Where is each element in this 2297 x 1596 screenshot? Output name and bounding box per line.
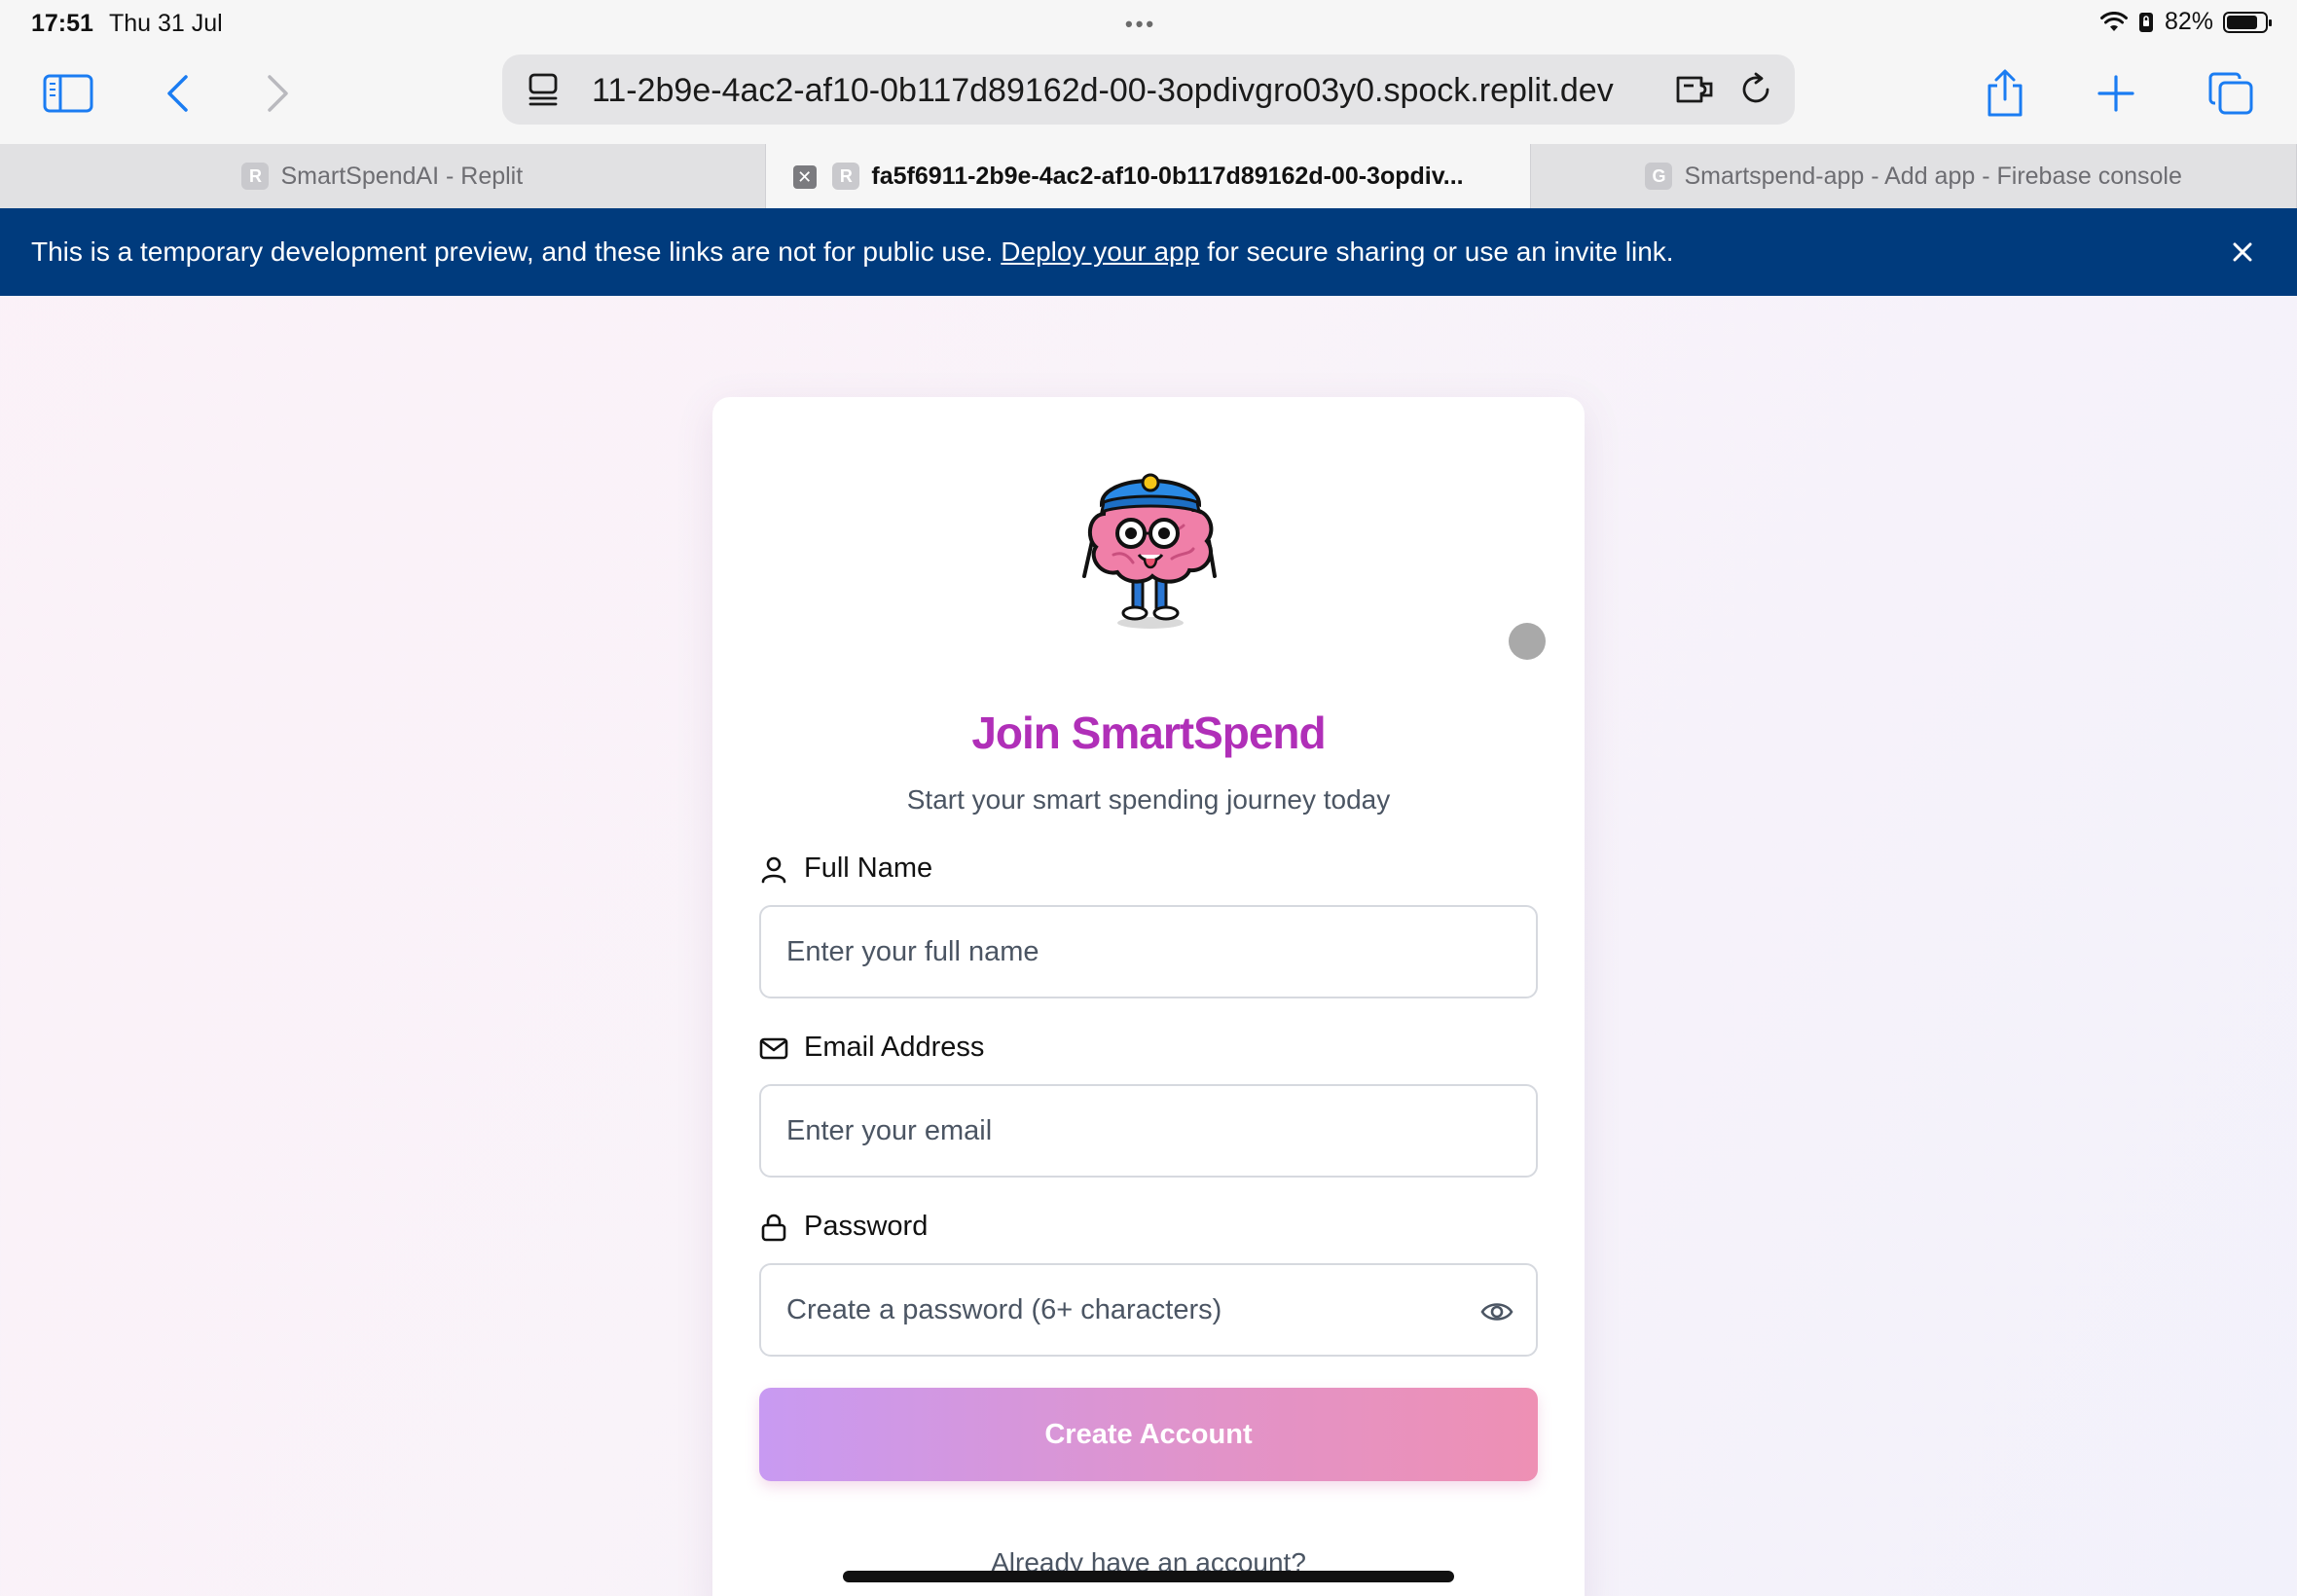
battery-percent: 82% [2164, 8, 2213, 35]
new-tab-button[interactable] [2087, 66, 2145, 121]
extension-icon[interactable] [1674, 72, 1717, 107]
reload-icon[interactable] [1738, 72, 1773, 107]
tab-overview-button[interactable] [2202, 66, 2260, 121]
sidebar-toggle-button[interactable] [39, 66, 97, 121]
status-date: Thu 31 Jul [109, 10, 223, 37]
tab-preview[interactable]: ✕ R fa5f6911-2b9e-4ac2-af10-0b117d89162d… [765, 144, 1532, 208]
user-icon [761, 856, 786, 883]
tab-firebase[interactable]: G Smartspend-app - Add app - Firebase co… [1531, 144, 2297, 208]
mail-icon [759, 1037, 788, 1059]
tabs-icon [2208, 72, 2253, 115]
full-name-placeholder: Enter your full name [786, 935, 1039, 967]
brain-mascot-logo [1082, 473, 1217, 629]
tab-label: SmartSpendAI - Replit [280, 162, 524, 190]
deploy-app-link[interactable]: Deploy your app [1001, 236, 1199, 268]
eye-icon[interactable] [1479, 1294, 1514, 1329]
status-bar: 17:51 Thu 31 Jul ••• 82% [0, 0, 2297, 47]
full-name-label: Full Name [759, 852, 932, 885]
share-button[interactable] [1976, 66, 2034, 121]
replit-favicon-icon: R [832, 163, 860, 190]
email-label-text: Email Address [804, 1032, 985, 1063]
plus-icon [2097, 75, 2134, 112]
home-indicator[interactable] [843, 1571, 1454, 1582]
tab-replit[interactable]: R SmartSpendAI - Replit [0, 144, 766, 208]
status-dot-indicator [1509, 623, 1546, 660]
battery-level [2227, 15, 2258, 29]
email-placeholder: Enter your email [786, 1114, 993, 1146]
password-label-text: Password [804, 1211, 929, 1242]
close-tab-icon[interactable]: ✕ [792, 165, 817, 189]
close-icon[interactable] [2227, 236, 2258, 268]
address-bar[interactable]: 11-2b9e-4ac2-af10-0b117d89162d-00-3opdiv… [502, 54, 1795, 125]
browser-toolbar: 11-2b9e-4ac2-af10-0b117d89162d-00-3opdiv… [0, 47, 2297, 144]
share-icon [1987, 69, 2023, 117]
forward-button[interactable] [249, 66, 308, 121]
password-input[interactable]: Create a password (6+ characters) [759, 1263, 1538, 1357]
orientation-lock-icon [2138, 12, 2153, 32]
page-menu-icon[interactable] [528, 72, 561, 107]
full-name-input[interactable]: Enter your full name [759, 905, 1538, 998]
tab-label: fa5f6911-2b9e-4ac2-af10-0b117d89162d-00-… [871, 162, 1464, 190]
status-indicators: 82% [2099, 8, 2272, 36]
page-subtitle: Start your smart spending journey today [906, 784, 1391, 815]
sidebar-icon [43, 74, 93, 113]
password-placeholder: Create a password (6+ characters) [786, 1293, 1222, 1325]
google-favicon-icon: G [1645, 163, 1673, 190]
email-label: Email Address [759, 1032, 984, 1064]
email-input[interactable]: Enter your email [759, 1084, 1538, 1178]
url-text: 11-2b9e-4ac2-af10-0b117d89162d-00-3opdiv… [592, 72, 1614, 109]
full-name-label-text: Full Name [804, 852, 933, 884]
replit-favicon-icon: R [241, 163, 270, 190]
banner-text-after: for secure sharing or use an invite link… [1207, 236, 1674, 267]
create-account-button[interactable]: Create Account [759, 1388, 1538, 1481]
signup-card: Join SmartSpend Start your smart spendin… [712, 397, 1585, 1596]
password-label: Password [759, 1211, 928, 1243]
battery-icon [2223, 11, 2272, 33]
wifi-icon [2099, 11, 2128, 31]
dev-preview-banner: This is a temporary development preview,… [0, 208, 2297, 296]
lock-icon [761, 1214, 786, 1241]
chevron-left-icon [167, 75, 188, 112]
page-title: Join SmartSpend [971, 707, 1326, 758]
status-time: 17:51 [31, 10, 93, 37]
multitasking-dots-icon[interactable]: ••• [1125, 12, 1156, 37]
chevron-right-icon [268, 75, 288, 112]
back-button[interactable] [148, 66, 206, 121]
tab-label: Smartspend-app - Add app - Firebase cons… [1684, 162, 2182, 190]
tab-bar: R SmartSpendAI - Replit ✕ R fa5f6911-2b9… [0, 144, 2297, 208]
banner-text-before: This is a temporary development preview,… [31, 236, 994, 267]
